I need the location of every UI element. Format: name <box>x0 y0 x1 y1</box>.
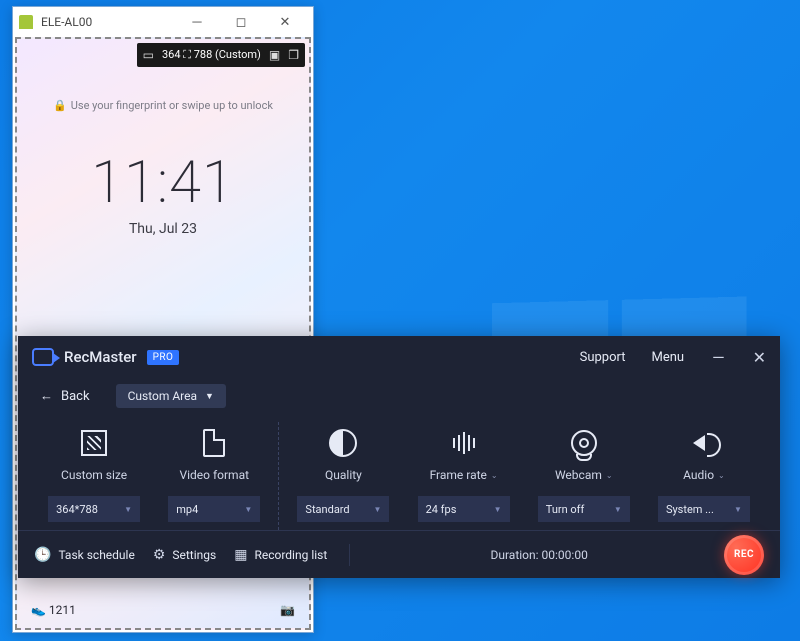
settings-button[interactable]: ⚙ Settings <box>153 547 216 563</box>
webcam-icon <box>571 430 597 456</box>
camera-shortcut-icon[interactable]: 📷 <box>280 603 295 617</box>
support-link[interactable]: Support <box>580 350 626 365</box>
duplicate-icon[interactable]: ❐ <box>288 48 299 62</box>
duration-display: Duration: 00:00:00 <box>490 548 587 562</box>
gear-icon: ⚙ <box>153 547 166 563</box>
option-label: Webcam⌄ <box>555 468 613 482</box>
scrcpy-title: ELE-AL00 <box>41 15 175 29</box>
option-label: Audio⌄ <box>683 468 725 482</box>
record-button[interactable]: REC <box>724 535 764 575</box>
lock-icon: 🔒 <box>53 99 67 112</box>
menu-link[interactable]: Menu <box>652 350 685 365</box>
minimize-button[interactable]: ─ <box>175 8 219 36</box>
capture-dimensions: 364 ⛶ 788 (Custom) <box>162 48 261 62</box>
quality-icon <box>329 429 357 457</box>
close-button[interactable]: ✕ <box>263 8 307 36</box>
file-icon <box>203 429 225 457</box>
chevron-down-icon: ▼ <box>205 391 214 402</box>
task-schedule-button[interactable]: 🕒 Task schedule <box>34 547 135 563</box>
recmaster-panel: RecMaster PRO Support Menu — ✕ ← Back Cu… <box>18 336 780 578</box>
recmaster-header: RecMaster PRO Support Menu — ✕ <box>18 336 780 378</box>
arrow-left-icon: ← <box>40 388 53 404</box>
clock-icon: 🕒 <box>34 547 51 563</box>
unlock-hint: 🔒Use your fingerprint or swipe up to unl… <box>17 99 309 112</box>
option-custom-size: Custom size 364*788▼ <box>34 422 154 530</box>
lockscreen-date: Thu, Jul 23 <box>17 221 309 237</box>
lockscreen-clock: 11:41 <box>17 149 309 217</box>
maximize-button[interactable]: ◻ <box>219 8 263 36</box>
recmaster-subheader: ← Back Custom Area ▼ <box>18 378 780 414</box>
step-count: 👟 1211 <box>31 603 76 617</box>
option-audio: Audio⌄ System ...▼ <box>644 422 764 530</box>
android-icon <box>19 15 33 29</box>
recmaster-logo-icon <box>32 348 54 366</box>
option-webcam: Webcam⌄ Turn off▼ <box>524 422 644 530</box>
custom-size-select[interactable]: 364*788▼ <box>48 496 140 522</box>
audio-select[interactable]: System ...▼ <box>658 496 750 522</box>
custom-size-icon <box>81 430 107 456</box>
back-button[interactable]: ← Back <box>40 388 90 404</box>
grid-icon: ▦ <box>234 547 247 563</box>
capture-mode-select[interactable]: Custom Area ▼ <box>116 384 226 408</box>
scrcpy-titlebar[interactable]: ELE-AL00 ─ ◻ ✕ <box>13 7 313 37</box>
option-video-format: Video format mp4▼ <box>154 422 274 530</box>
option-label: Frame rate⌄ <box>430 468 498 482</box>
frame-rate-icon <box>453 431 475 455</box>
recmaster-footer: 🕒 Task schedule ⚙ Settings ▦ Recording l… <box>18 530 780 578</box>
recording-list-button[interactable]: ▦ Recording list <box>234 547 327 563</box>
option-label: Quality <box>325 468 362 482</box>
capture-dim-bar[interactable]: ▭ 364 ⛶ 788 (Custom) ▣ ❐ <box>137 43 305 67</box>
quality-select[interactable]: Standard▼ <box>297 496 389 522</box>
webcam-select[interactable]: Turn off▼ <box>538 496 630 522</box>
frame-rate-select[interactable]: 24 fps▼ <box>418 496 510 522</box>
option-frame-rate: Frame rate⌄ 24 fps▼ <box>404 422 524 530</box>
close-button[interactable]: ✕ <box>753 348 766 367</box>
audio-icon <box>693 435 705 451</box>
option-label: Video format <box>179 468 249 482</box>
options-row: Custom size 364*788▼ Video format mp4▼ Q… <box>18 414 780 530</box>
battery-icon: ▭ <box>143 48 154 62</box>
folder-icon[interactable]: ▣ <box>269 48 280 62</box>
video-format-select[interactable]: mp4▼ <box>168 496 260 522</box>
minimize-button[interactable]: — <box>712 348 725 367</box>
option-quality: Quality Standard▼ <box>283 422 403 530</box>
pro-badge: PRO <box>147 350 180 365</box>
option-label: Custom size <box>61 468 127 482</box>
recmaster-title: RecMaster <box>64 348 137 366</box>
lockscreen-bottom: 👟 1211 📷 <box>17 598 309 622</box>
